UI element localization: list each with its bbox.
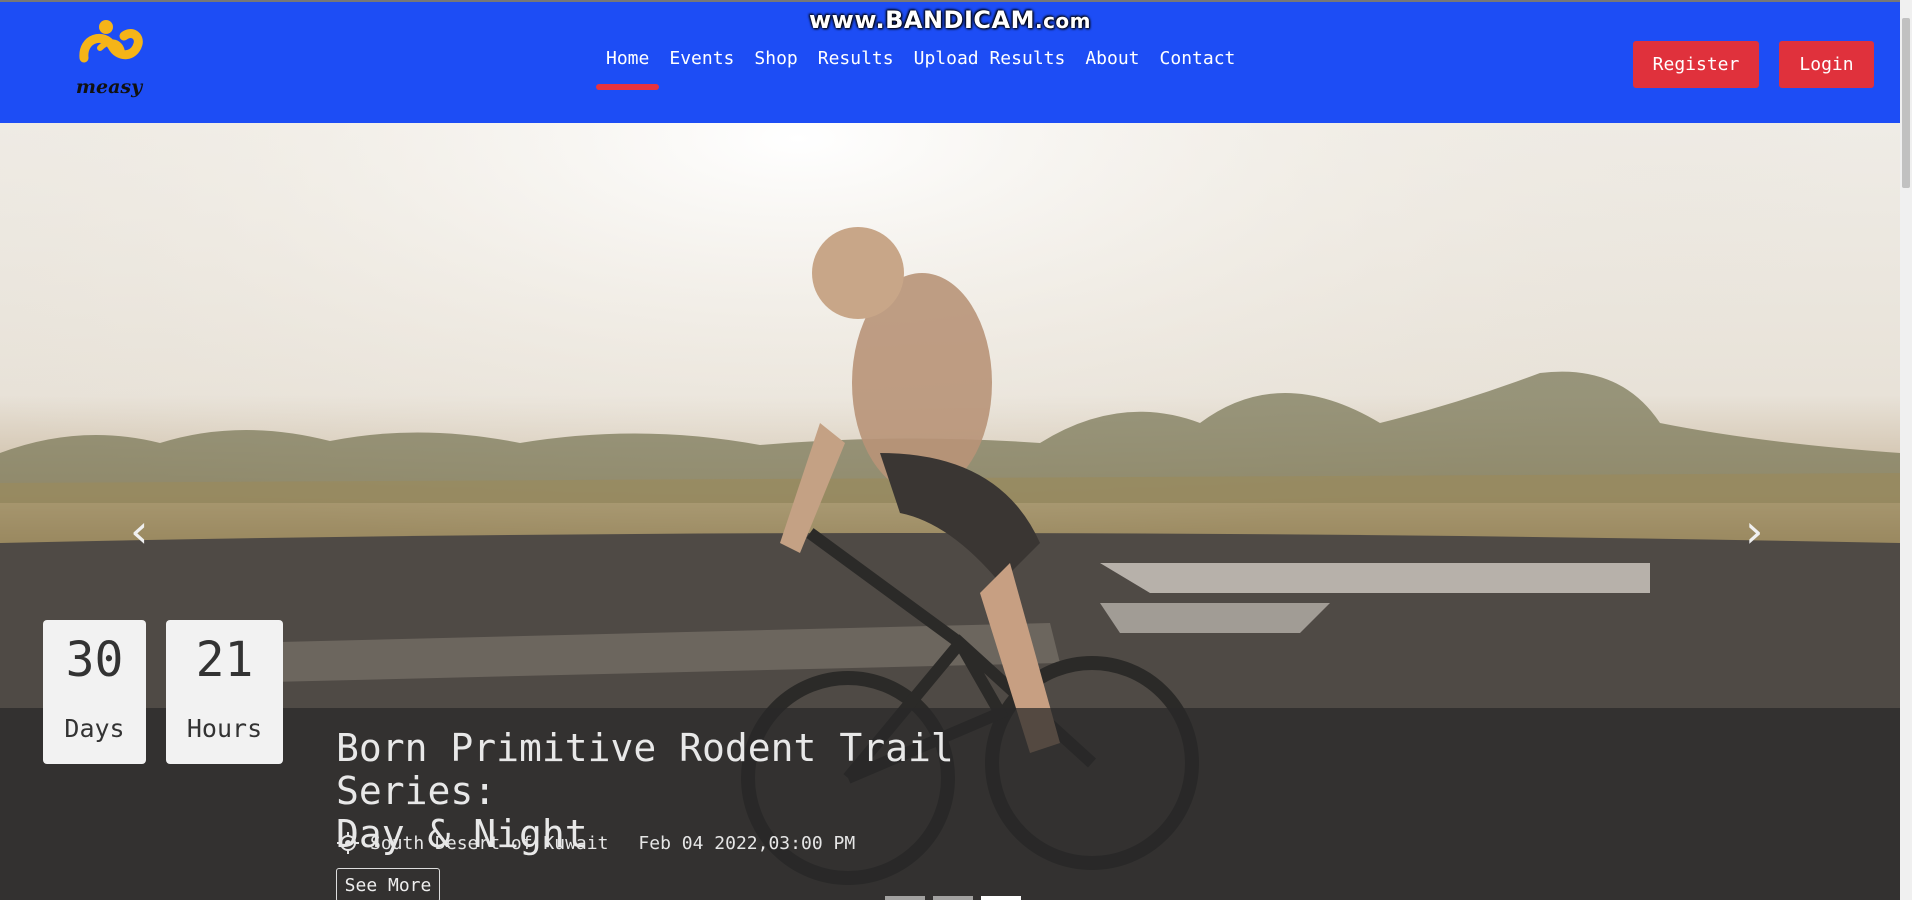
nav-shop[interactable]: Shop (744, 48, 807, 69)
see-more-button[interactable]: See More (336, 868, 440, 900)
countdown-days-label: Days (64, 714, 125, 743)
carousel-next-icon[interactable]: › (1745, 508, 1763, 554)
nav-upload-results[interactable]: Upload Results (904, 48, 1076, 69)
countdown-days: 30 Days (43, 620, 146, 764)
scrollbar-thumb[interactable] (1902, 18, 1910, 188)
countdown-hours-value: 21 (195, 632, 254, 688)
carousel-indicator-1[interactable] (885, 896, 925, 900)
countdown-days-value: 30 (65, 632, 124, 688)
countdown-hours: 21 Hours (166, 620, 283, 764)
event-title-line-1: Born Primitive Rodent Trail Series: (336, 726, 954, 813)
main-nav: Home Events Shop Results Upload Results … (596, 48, 1246, 90)
nav-contact[interactable]: Contact (1150, 48, 1246, 69)
location-target-icon (337, 832, 359, 854)
nav-events[interactable]: Events (659, 48, 744, 69)
event-location: South Desert of Kuwait (370, 832, 609, 854)
watermark-suffix: .com (1034, 9, 1092, 33)
login-button[interactable]: Login (1779, 41, 1874, 88)
register-button[interactable]: Register (1633, 41, 1759, 88)
nav-about[interactable]: About (1075, 48, 1149, 69)
nav-home[interactable]: Home (596, 48, 660, 90)
page-scrollbar[interactable] (1900, 0, 1912, 900)
event-datetime: Feb 04 2022,03:00 PM (638, 832, 856, 854)
countdown-hours-label: Hours (186, 714, 263, 743)
carousel-indicator-2[interactable] (933, 896, 973, 900)
carousel-prev-icon[interactable]: ‹ (130, 508, 148, 554)
logo-text: measy (75, 76, 143, 98)
recording-watermark: www.BANDICAM.com (0, 6, 1900, 34)
watermark-main: www.BANDICAM (808, 6, 1035, 34)
hero-carousel: ‹ › 30 Days 21 Hours Born Primitive Rode… (0, 123, 1900, 900)
nav-results[interactable]: Results (808, 48, 904, 69)
carousel-indicators (885, 896, 1021, 900)
event-meta: South Desert of Kuwait Feb 04 2022,03:00… (336, 831, 855, 855)
carousel-indicator-3[interactable] (981, 896, 1021, 900)
